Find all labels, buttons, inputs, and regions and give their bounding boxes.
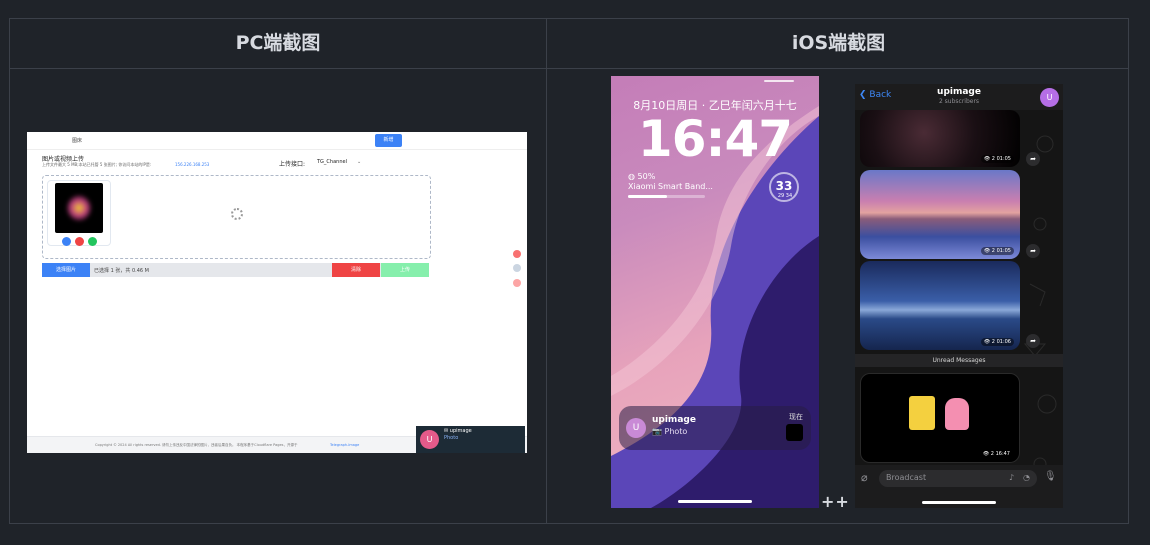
ring-widget: 33 29 34 <box>769 172 799 202</box>
microphone-icon[interactable]: 🎙 <box>1044 471 1057 482</box>
pc-notification[interactable]: U ✉ upimage Photo <box>416 426 525 453</box>
ring-range: 29 34 <box>777 193 793 199</box>
header-divider <box>10 68 1128 69</box>
pc-notif-body: Photo <box>444 435 459 441</box>
gift-icon[interactable] <box>513 250 521 258</box>
message-meta: 👁 2 16:47 <box>979 450 1013 458</box>
lock-notification[interactable]: U upimage 📷 Photo 现在 <box>619 406 811 450</box>
band-battery-fill <box>628 195 667 198</box>
selected-info: 已选择 1 张，共 0.46 M <box>94 268 149 274</box>
photo-message[interactable]: 👁 2 01:05 <box>860 170 1020 259</box>
clear-button[interactable]: 清除 <box>332 263 380 277</box>
share-icon[interactable]: ➦ <box>1026 244 1040 258</box>
pc-notif-title: ✉ upimage <box>444 428 472 434</box>
loading-spinner-icon <box>231 208 243 220</box>
pc-column-header: PC端截图 <box>235 32 321 54</box>
pc-screenshot: 图床 新增 图片或视频上传 上传文件最大 5 MB;本站已托管 5 张图片; 你… <box>27 132 527 453</box>
channel-title: upimage <box>937 87 981 97</box>
message-meta: 👁 2 01:06 <box>980 338 1014 346</box>
share-icon[interactable]: ➦ <box>1026 334 1040 348</box>
ios-column-header: iOS端截图 <box>791 32 886 54</box>
avatar: U <box>626 418 646 438</box>
battery-widget: ◍ 50% <box>628 172 655 181</box>
channel-subtitle: 2 subscribers <box>938 98 980 105</box>
pc-action-bar: 选择图片 已选择 1 张，共 0.46 M 清除 上传 <box>42 263 429 277</box>
attach-icon[interactable]: ⌀ <box>861 471 868 484</box>
avatar-icon[interactable] <box>513 279 521 287</box>
photo-message[interactable]: 👁 2 01:06 <box>860 261 1020 350</box>
battery-icon: ◍ <box>628 172 638 181</box>
avatar: U <box>420 430 439 449</box>
band-battery-bar <box>628 195 705 198</box>
photo-message[interactable]: 👁 2 01:05 <box>860 110 1020 167</box>
chevron-down-icon[interactable]: ⌄ <box>357 159 361 165</box>
lock-time: 16:47 <box>637 110 793 168</box>
timer-icon[interactable]: ◔ <box>1023 473 1030 482</box>
select-image-button[interactable]: 选择图片 <box>42 263 90 277</box>
ring-value: 33 <box>775 179 793 193</box>
pc-ip: 156.226.168.253 <box>175 162 210 167</box>
column-divider <box>546 19 547 523</box>
broadcast-input[interactable]: Broadcast ♪ ◔ <box>879 470 1037 487</box>
pc-nav-button[interactable]: 新增 <box>375 134 402 147</box>
message-meta: 👁 2 01:05 <box>980 247 1014 255</box>
check-icon[interactable] <box>88 237 97 246</box>
pc-dropzone[interactable] <box>42 175 431 259</box>
home-indicator[interactable] <box>922 501 996 504</box>
plus-text: ++ <box>821 492 850 511</box>
message-meta: 👁 2 01:05 <box>980 155 1014 163</box>
input-placeholder: Broadcast <box>886 473 927 482</box>
pc-thumbnail-card <box>47 180 111 246</box>
sticker-figure <box>945 398 969 430</box>
copy-icon[interactable] <box>62 237 71 246</box>
pc-port-label: 上传接口: <box>279 161 306 168</box>
upload-button[interactable]: 上传 <box>381 263 429 277</box>
pc-footer-link[interactable]: Telegraph-Image <box>330 443 359 447</box>
sticker-figure <box>909 396 935 430</box>
gif-message[interactable]: 👁 2 16:47 <box>860 373 1020 463</box>
bell-icon[interactable]: ♪ <box>1009 473 1014 482</box>
band-label: Xiaomi Smart Band... <box>628 182 713 191</box>
pc-upload-hint: 上传文件最大 5 MB;本站已托管 5 张图片; 你访问本站的IP是: <box>42 162 152 167</box>
share-icon[interactable]: ➦ <box>1026 152 1040 166</box>
lock-notif-body: 📷 Photo <box>652 427 688 436</box>
telegram-screen: ❮ Back upimage 2 subscribers U 👁 2 01:05… <box>855 84 1063 508</box>
unread-divider: Unread Messages <box>855 354 1063 367</box>
pc-nav-link[interactable]: 图床 <box>72 137 82 144</box>
ios-lock-screen: 8月10日周日 · 乙巳年闰六月十七 16:47 ◍ 50% Xiaomi Sm… <box>611 76 819 508</box>
lock-notif-title: upimage <box>652 415 696 425</box>
share-icon[interactable] <box>513 264 521 272</box>
notif-thumbnail <box>786 424 803 441</box>
delete-icon[interactable] <box>75 237 84 246</box>
pc-port-select[interactable]: TG_Channel <box>317 159 347 165</box>
battery-value: 50% <box>637 172 656 181</box>
pc-footer-text: Copyright © 2024 All rights reserved. 请勿… <box>95 443 298 447</box>
home-indicator[interactable] <box>678 500 752 503</box>
telegram-header: ❮ Back upimage 2 subscribers U <box>855 84 1063 110</box>
pc-topbar: 图床 新增 <box>27 132 527 150</box>
status-indicator <box>764 80 794 82</box>
lock-notif-time: 现在 <box>789 413 803 421</box>
avatar[interactable]: U <box>1040 88 1059 107</box>
pc-thumbnail-image <box>55 183 103 233</box>
